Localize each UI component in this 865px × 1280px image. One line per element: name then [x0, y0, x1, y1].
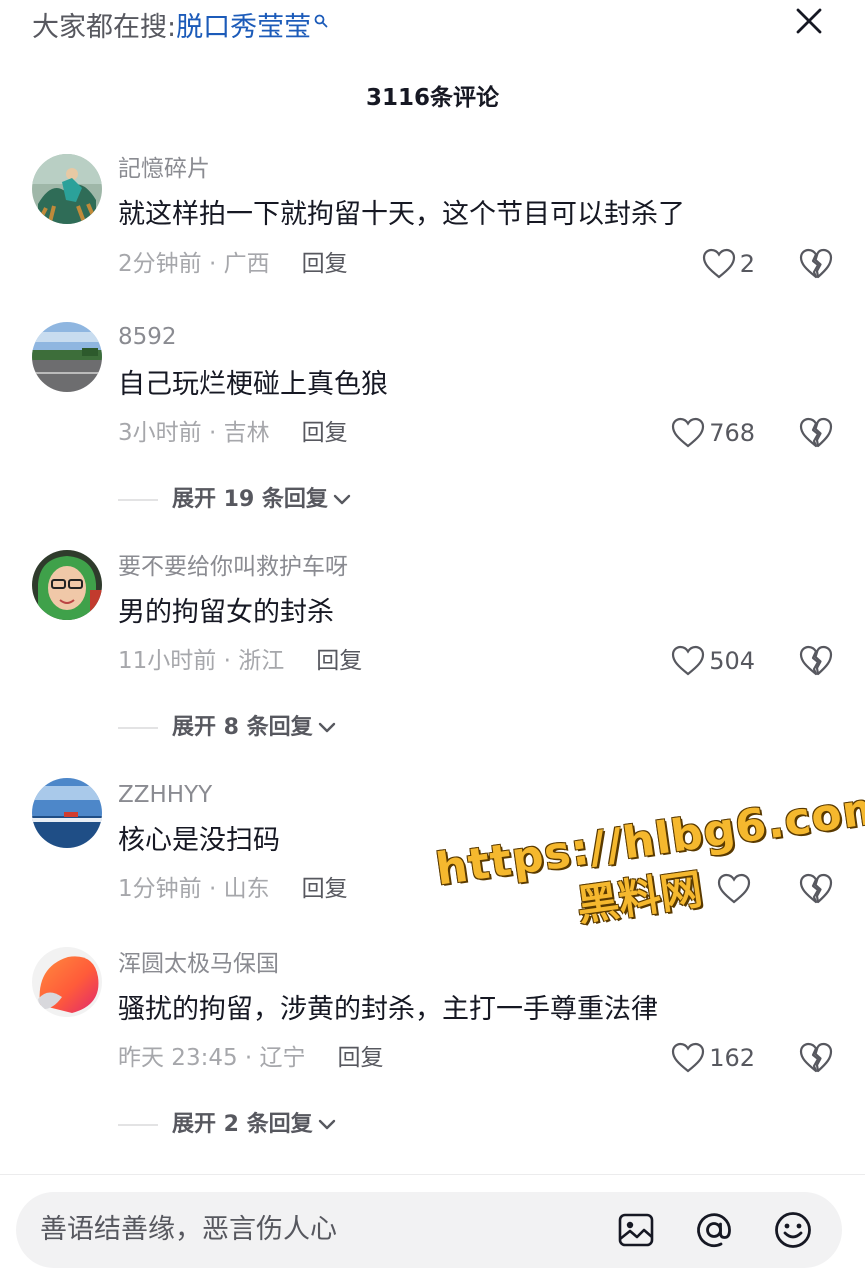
like-button[interactable]: 2	[702, 246, 755, 282]
search-suggestion-prefix: 大家都在搜:	[32, 12, 177, 43]
broken-heart-icon	[799, 417, 833, 448]
comment-text[interactable]: 骚扰的拘留，涉黄的封杀，主打一手尊重法律	[118, 991, 658, 1029]
expand-replies-label: 展开 8 条回复	[172, 715, 313, 740]
search-icon	[314, 14, 328, 28]
like-count: 162	[709, 1044, 755, 1072]
watermark-url: https://hlbg6.com	[432, 781, 865, 896]
comment-meta: 昨天 23:45 · 辽宁 回复	[118, 1042, 384, 1074]
reply-button[interactable]: 回复	[316, 645, 362, 677]
reply-button[interactable]: 回复	[302, 248, 348, 280]
like-button[interactable]	[717, 871, 755, 907]
dislike-button[interactable]	[798, 246, 834, 282]
mention-button[interactable]	[694, 1210, 734, 1250]
watermark: https://hlbg6.com 黑料网	[432, 781, 865, 977]
search-suggestion[interactable]: 大家都在搜: 脱口秀莹莹	[32, 10, 328, 46]
dislike-button[interactable]	[798, 415, 834, 451]
broken-heart-icon	[799, 1042, 833, 1073]
input-divider	[0, 1174, 865, 1175]
like-button[interactable]: 162	[671, 1040, 755, 1076]
emoji-button[interactable]	[773, 1210, 813, 1250]
expand-replies-label: 展开 2 条回复	[172, 1112, 313, 1137]
comments-panel: 大家都在搜: 脱口秀莹莹 3116条评论 記憶碎片 就这样拍一下就拘留十天，这个…	[0, 0, 865, 1280]
avatar[interactable]	[32, 778, 102, 848]
comment-text[interactable]: 就这样拍一下就拘留十天，这个节目可以封杀了	[118, 196, 685, 234]
like-count: 504	[709, 647, 755, 675]
close-icon	[796, 8, 822, 34]
broken-heart-icon	[799, 645, 833, 676]
heart-icon	[717, 873, 751, 904]
expand-divider	[118, 1124, 158, 1126]
heart-icon	[672, 417, 705, 448]
comment-text[interactable]: 自己玩烂梗碰上真色狼	[118, 366, 388, 404]
top-bar: 大家都在搜: 脱口秀莹莹	[0, 0, 865, 60]
broken-heart-icon	[799, 248, 833, 279]
heart-icon	[702, 248, 735, 279]
like-button[interactable]: 768	[671, 415, 755, 451]
at-icon	[697, 1213, 731, 1248]
reply-button[interactable]: 回复	[338, 1042, 384, 1074]
comment-time-location: 昨天 23:45 · 辽宁	[118, 1045, 306, 1071]
avatar[interactable]	[32, 550, 102, 620]
comment-time-location: 1分钟前 · 山东	[118, 876, 270, 902]
dislike-button[interactable]	[798, 643, 834, 679]
expand-replies-button[interactable]: 展开 8 条回复	[118, 710, 337, 746]
emoji-icon	[775, 1212, 811, 1248]
heart-icon	[672, 1042, 705, 1073]
comment-time-location: 11小时前 · 浙江	[118, 648, 285, 674]
image-icon	[618, 1213, 654, 1247]
expand-divider	[118, 499, 158, 501]
comment-meta: 1分钟前 · 山东 回复	[118, 873, 348, 905]
avatar[interactable]	[32, 947, 102, 1017]
expand-divider	[118, 727, 158, 729]
dislike-button[interactable]	[798, 1040, 834, 1076]
comment-username[interactable]: 浑圆太极马保国	[118, 949, 279, 979]
avatar[interactable]	[32, 154, 102, 224]
like-count: 2	[739, 250, 755, 278]
watermark-name: 黑料网	[573, 864, 706, 931]
dislike-button[interactable]	[798, 871, 834, 907]
comment-username[interactable]: 要不要给你叫救护车呀	[118, 552, 348, 582]
chevron-down-icon	[318, 1119, 335, 1130]
comment-time-location: 3小时前 · 吉林	[118, 420, 270, 446]
reply-button[interactable]: 回复	[302, 417, 348, 449]
avatar[interactable]	[32, 322, 102, 392]
comment-text[interactable]: 核心是没扫码	[118, 822, 280, 860]
search-suggestion-term[interactable]: 脱口秀莹莹	[176, 10, 311, 46]
expand-replies-label: 展开 19 条回复	[172, 487, 328, 512]
comment-meta: 11小时前 · 浙江 回复	[118, 645, 362, 677]
comment-text[interactable]: 男的拘留女的封杀	[118, 594, 334, 632]
chevron-down-icon	[318, 722, 335, 733]
comment-count: 3116条评论	[365, 85, 499, 111]
broken-heart-icon	[799, 873, 833, 904]
close-button[interactable]	[790, 2, 828, 40]
heart-icon	[672, 645, 705, 676]
comment-time-location: 2分钟前 · 广西	[118, 251, 270, 277]
comment-username[interactable]: 記憶碎片	[118, 154, 210, 184]
chevron-down-icon	[333, 494, 351, 505]
comment-input-bar[interactable]: 善语结善缘，恶言伤人心	[16, 1192, 842, 1268]
reply-button[interactable]: 回复	[302, 873, 348, 905]
image-button[interactable]	[616, 1210, 656, 1250]
expand-replies-button[interactable]: 展开 2 条回复	[118, 1107, 337, 1143]
comment-username[interactable]: 8592	[118, 322, 177, 352]
like-button[interactable]: 504	[671, 643, 755, 679]
expand-replies-button[interactable]: 展开 19 条回复	[118, 482, 352, 518]
comment-input-placeholder[interactable]: 善语结善缘，恶言伤人心	[40, 1212, 337, 1248]
comment-meta: 2分钟前 · 广西 回复	[118, 248, 348, 280]
like-count: 768	[709, 419, 755, 447]
comment-meta: 3小时前 · 吉林 回复	[118, 417, 348, 449]
comment-username[interactable]: ZZHHYY	[118, 780, 212, 810]
